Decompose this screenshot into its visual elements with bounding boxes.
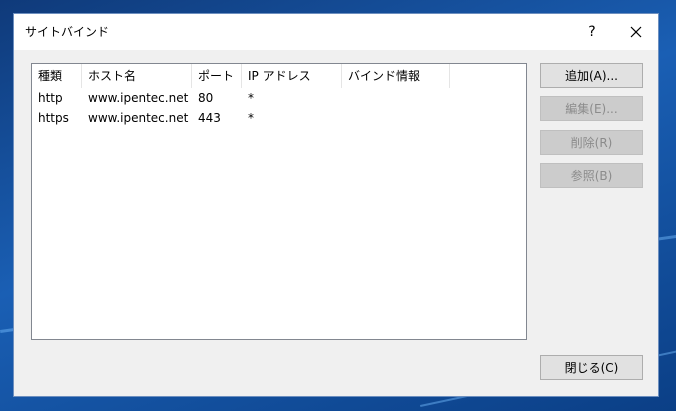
close-window-button[interactable]	[614, 14, 658, 50]
close-button[interactable]: 閉じる(C)	[540, 355, 643, 380]
cell-type: https	[38, 111, 69, 125]
column-header-ip[interactable]: IP アドレス	[242, 64, 342, 88]
add-button[interactable]: 追加(A)...	[540, 63, 643, 88]
bindings-list[interactable]: 種類 ホスト名 ポート IP アドレス バインド情報 http www.ipen…	[31, 63, 527, 340]
column-header-host[interactable]: ホスト名	[82, 64, 192, 88]
browse-button[interactable]: 参照(B)	[540, 163, 643, 188]
cell-ip: *	[248, 111, 254, 125]
desktop-background: サイトバインド ? 種類 ホスト名 ポート IP アドレス バインド情報 htt…	[0, 0, 676, 411]
cell-binding-info	[342, 88, 450, 108]
title-bar[interactable]: サイトバインド ?	[14, 14, 658, 50]
help-button[interactable]: ?	[570, 14, 614, 50]
cell-host: www.ipentec.net	[88, 91, 189, 105]
cell-binding-info	[342, 108, 450, 128]
cell-host: www.ipentec.net	[88, 111, 189, 125]
cell-ip: *	[248, 91, 254, 105]
site-bindings-dialog: サイトバインド ? 種類 ホスト名 ポート IP アドレス バインド情報 htt…	[13, 13, 659, 397]
column-header-port[interactable]: ポート	[192, 64, 242, 88]
dialog-title: サイトバインド	[25, 25, 110, 39]
cell-port: 80	[198, 91, 214, 105]
table-row[interactable]: https www.ipentec.net 443 *	[32, 108, 526, 128]
column-header-type[interactable]: 種類	[32, 64, 82, 88]
help-icon: ?	[588, 24, 596, 40]
edit-button[interactable]: 編集(E)...	[540, 96, 643, 121]
cell-type: http	[38, 91, 63, 105]
column-header-binding-info[interactable]: バインド情報	[342, 64, 450, 88]
cell-port: 443	[198, 111, 221, 125]
table-row[interactable]: http www.ipentec.net 80 *	[32, 88, 526, 108]
list-header: 種類 ホスト名 ポート IP アドレス バインド情報	[32, 64, 526, 88]
close-icon	[630, 26, 642, 38]
remove-button[interactable]: 削除(R)	[540, 130, 643, 155]
